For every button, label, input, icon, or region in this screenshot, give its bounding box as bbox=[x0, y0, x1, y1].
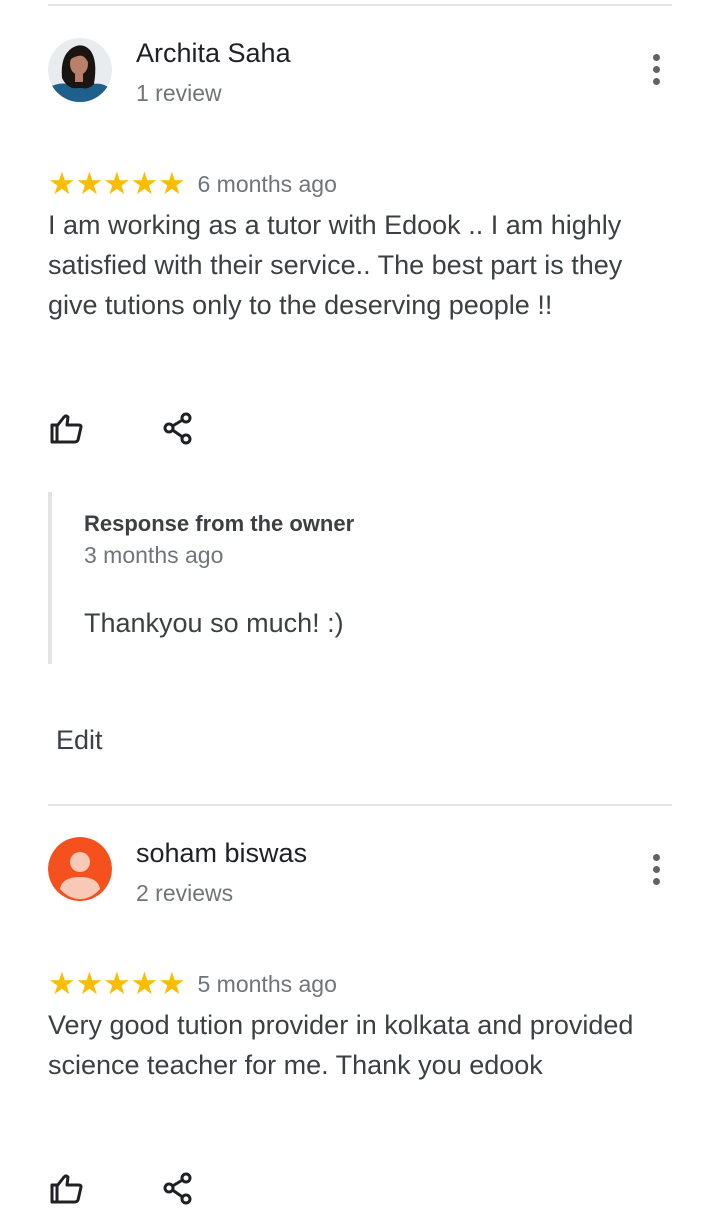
star-icon: ★ bbox=[48, 966, 76, 1002]
star-icon: ★ bbox=[48, 166, 76, 202]
like-button[interactable] bbox=[46, 1168, 86, 1208]
top-divider bbox=[48, 4, 672, 6]
thumbs-up-icon bbox=[50, 414, 83, 444]
review-text: Very good tution provider in kolkata and… bbox=[48, 1010, 634, 1080]
star-icon: ★ bbox=[75, 166, 104, 202]
star-icon: ★ bbox=[130, 966, 159, 1002]
rating-row: ★ ★ ★ ★ ★ 6 months ago bbox=[48, 166, 337, 202]
owner-response-time: 3 months ago bbox=[84, 542, 224, 568]
like-button[interactable] bbox=[46, 408, 86, 448]
thumbs-up-icon bbox=[50, 1174, 83, 1204]
share-icon bbox=[163, 1172, 192, 1205]
more-options-button[interactable] bbox=[640, 849, 672, 889]
star-icon: ★ bbox=[158, 966, 186, 1002]
author-review-count[interactable]: 2 reviews bbox=[136, 879, 233, 907]
author-review-count[interactable]: 1 review bbox=[136, 79, 222, 107]
more-vert-icon bbox=[652, 53, 660, 61]
share-button[interactable] bbox=[158, 1168, 198, 1208]
review-divider bbox=[48, 804, 672, 806]
owner-response: Response from the owner 3 months ago Tha… bbox=[48, 492, 672, 664]
avatar[interactable] bbox=[48, 837, 112, 901]
share-icon bbox=[163, 412, 192, 445]
star-icon: ★ bbox=[130, 166, 159, 202]
star-icon: ★ bbox=[158, 166, 186, 202]
star-icon: ★ bbox=[103, 966, 131, 1002]
star-rating: ★ ★ ★ ★ ★ bbox=[48, 166, 186, 202]
rating-row: ★ ★ ★ ★ ★ 5 months ago bbox=[48, 966, 337, 1002]
more-options-button[interactable] bbox=[640, 49, 672, 89]
owner-response-text: Thankyou so much! :) bbox=[84, 608, 344, 638]
owner-response-title: Response from the owner bbox=[84, 511, 355, 536]
edit-button[interactable]: Edit bbox=[56, 724, 103, 756]
author-name[interactable]: Archita Saha bbox=[136, 37, 291, 69]
star-icon: ★ bbox=[103, 166, 131, 202]
more-vert-icon-dot bbox=[652, 65, 660, 73]
avatar[interactable] bbox=[48, 38, 112, 102]
more-vert-icon bbox=[652, 853, 660, 861]
author-name[interactable]: soham biswas bbox=[136, 837, 307, 869]
star-icon: ★ bbox=[75, 966, 104, 1002]
star-rating: ★ ★ ★ ★ ★ bbox=[48, 966, 186, 1002]
more-vert-icon-dot bbox=[652, 77, 660, 85]
share-button[interactable] bbox=[158, 408, 198, 448]
review-time: 5 months ago bbox=[197, 971, 337, 997]
more-vert-icon-dot bbox=[652, 877, 660, 885]
more-vert-icon-dot bbox=[652, 865, 660, 873]
review-text: I am working as a tutor with Edook .. I … bbox=[48, 210, 623, 320]
review-time: 6 months ago bbox=[197, 171, 337, 197]
